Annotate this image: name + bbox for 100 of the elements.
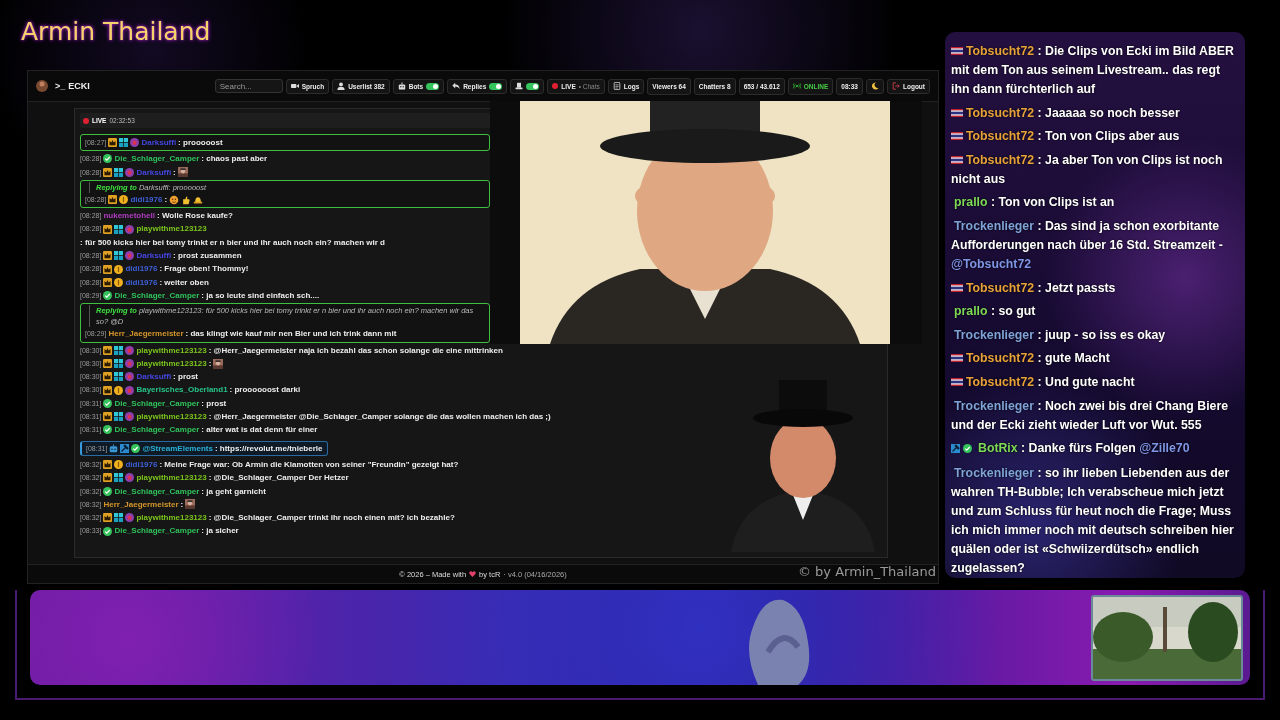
chat-message: Trockenlieger : so ihr lieben Liebenden aus der wahren TH-Bubble; Ich verabscheue mich jetzt und zum Schluss für heut noch die Frage; Muss ich mich immer noch mit deutsch schreiben hier quälen oder ist «Schwiizerdütsch» endlich zugelassen?	[951, 464, 1235, 577]
message-text: : prost	[173, 371, 198, 384]
message-text: : für 500 kicks hier bei tomy trinkt er n bier und ihr auch noch ein? machen wir d	[80, 236, 385, 249]
crown-icon	[103, 359, 113, 368]
message-text: : Meine Frage war: Ob Armin die Klamotten von seiner "Freundin" gezeigt hat?	[159, 458, 459, 471]
username[interactable]: Die_Schlager_Camper	[114, 484, 200, 498]
username[interactable]: Die_Schlager_Camper	[114, 423, 200, 437]
username[interactable]: Herr_Jaegermeister	[103, 497, 179, 512]
coin-icon	[119, 195, 129, 205]
crown-icon	[103, 345, 113, 355]
hammer-icon	[951, 444, 960, 454]
grid-icon	[114, 412, 124, 422]
hat-toggle[interactable]	[510, 78, 545, 94]
heart-icon	[469, 571, 477, 577]
verified-icon	[103, 526, 113, 536]
chat-message: Tobsucht72 : Und gute nacht	[951, 372, 1239, 392]
username[interactable]: Bayerisches_Oberland1	[136, 383, 228, 397]
message-text: : https://revolut.me/tnieberle	[214, 442, 323, 455]
message-text: : ja so leute sind einfach sch....	[201, 289, 320, 302]
message-text: : prooooost	[178, 137, 223, 149]
toggle-switch[interactable]	[526, 82, 540, 90]
verified-icon	[103, 291, 113, 301]
reply-icon	[452, 82, 461, 90]
message-text: : prost	[201, 397, 227, 410]
credit-text: © by Armin_Thailand	[797, 564, 936, 579]
theme-button[interactable]	[865, 78, 884, 94]
coin-icon	[114, 264, 124, 274]
grid-icon	[114, 513, 124, 523]
message-text: : @Die_Schlager_Camper trinkt ihr noch einen mit? ich bezahle?	[208, 512, 455, 525]
verified-icon	[103, 486, 113, 496]
username[interactable]: @StreamElements	[142, 441, 213, 455]
chat-message: Tobsucht72 : gute Macht	[951, 349, 1239, 369]
toggle-switch[interactable]	[426, 82, 440, 90]
emote-icon	[185, 499, 196, 510]
logout-icon	[891, 82, 900, 90]
emblem-icon	[125, 385, 135, 395]
crown-icon	[103, 167, 113, 177]
signal-icon	[792, 82, 801, 90]
username[interactable]: Die_Schlager_Camper	[114, 288, 200, 303]
emote-icon	[177, 167, 188, 178]
coin-icon	[114, 385, 124, 395]
emote-icon	[169, 194, 180, 205]
username[interactable]: playwithme123123	[136, 343, 207, 357]
crown-icon	[103, 372, 113, 382]
message-text: : das klingt wie kauf mir nen Bier und ich trink dann mit	[185, 328, 397, 341]
robot-icon	[109, 443, 119, 453]
username[interactable]: playwithme123123	[136, 356, 207, 371]
moon-icon	[870, 82, 879, 90]
emblem-icon	[125, 359, 135, 368]
message-text: : chaos past aber	[201, 153, 268, 166]
username[interactable]: playwithme123123	[136, 410, 207, 424]
username[interactable]: playwithme123123	[136, 222, 207, 236]
message-text: : proooooost darki	[229, 384, 301, 397]
grid-icon	[114, 473, 124, 483]
avatar-icon	[36, 79, 48, 93]
emblem-icon	[125, 345, 135, 355]
message-text: : ja geht garnicht	[201, 485, 266, 498]
emblem-icon	[125, 513, 135, 523]
crown-icon	[103, 264, 113, 274]
username[interactable]: Die_Schlager_Camper	[114, 396, 200, 411]
user-icon	[337, 82, 346, 90]
username[interactable]: didi1976	[130, 192, 163, 207]
message-text: :	[180, 498, 184, 511]
emblem-icon	[125, 224, 135, 234]
username[interactable]: Die_Schlager_Camper	[114, 524, 200, 538]
emote-icon	[213, 358, 224, 369]
emote-icon	[181, 194, 192, 205]
username[interactable]: Die_Schlager_Camper	[114, 152, 200, 166]
crown-icon	[103, 251, 113, 261]
grid-icon	[114, 345, 124, 355]
terminal-prompt: >_	[55, 81, 66, 91]
chat-message: BotRix : Danke fürs Folgen @Zille70	[951, 439, 1239, 460]
grid-icon	[114, 359, 124, 368]
chat-message: Tobsucht72 : Die Clips von Ecki im Bild ABER mit dem Ton aus seinem Livestream.. das regt ihn dann fürchterlich auf	[951, 43, 1235, 98]
chat-message: Trockenlieger : Noch zwei bis drei Chang Biere und der Ecki zieht wieder Luft vor Wut. 555	[951, 397, 1230, 434]
crown-icon	[103, 473, 113, 483]
emblem-icon	[130, 138, 140, 148]
top-hat-icon	[515, 82, 524, 90]
verified-icon	[103, 425, 113, 435]
verified-icon	[963, 444, 972, 454]
username[interactable]: playwithme123123	[136, 511, 207, 525]
message-text: : @Die_Schlager_Camper Der Hetzer	[208, 472, 349, 485]
crown-icon	[103, 460, 113, 470]
grid-icon	[114, 251, 124, 261]
chat-message: Trockenlieger : Das sind ja schon exorbitante Aufforderungen nach über 16 Std. Streamzeit - @Tobsucht72	[951, 217, 1224, 273]
grid-icon	[114, 372, 124, 382]
username[interactable]: nukemetohell	[103, 209, 155, 223]
emblem-icon	[125, 412, 135, 422]
search-field[interactable]: Search...	[214, 79, 283, 93]
coin-icon	[114, 277, 124, 287]
toggle-switch[interactable]	[489, 82, 503, 90]
chat-message: Tobsucht72 : Ton von Clips aber aus	[951, 127, 1239, 147]
chat-message: Tobsucht72 : Ja aber Ton von Clips ist noch nicht aus	[951, 151, 1224, 188]
hammer-icon	[120, 443, 130, 453]
username[interactable]: Herr_Jaegermeister	[108, 327, 184, 341]
crown-icon	[103, 412, 113, 422]
username[interactable]: playwithme123123	[136, 471, 207, 485]
grid-icon	[114, 167, 124, 177]
message-text: :	[164, 193, 168, 206]
crown-icon	[108, 195, 118, 205]
